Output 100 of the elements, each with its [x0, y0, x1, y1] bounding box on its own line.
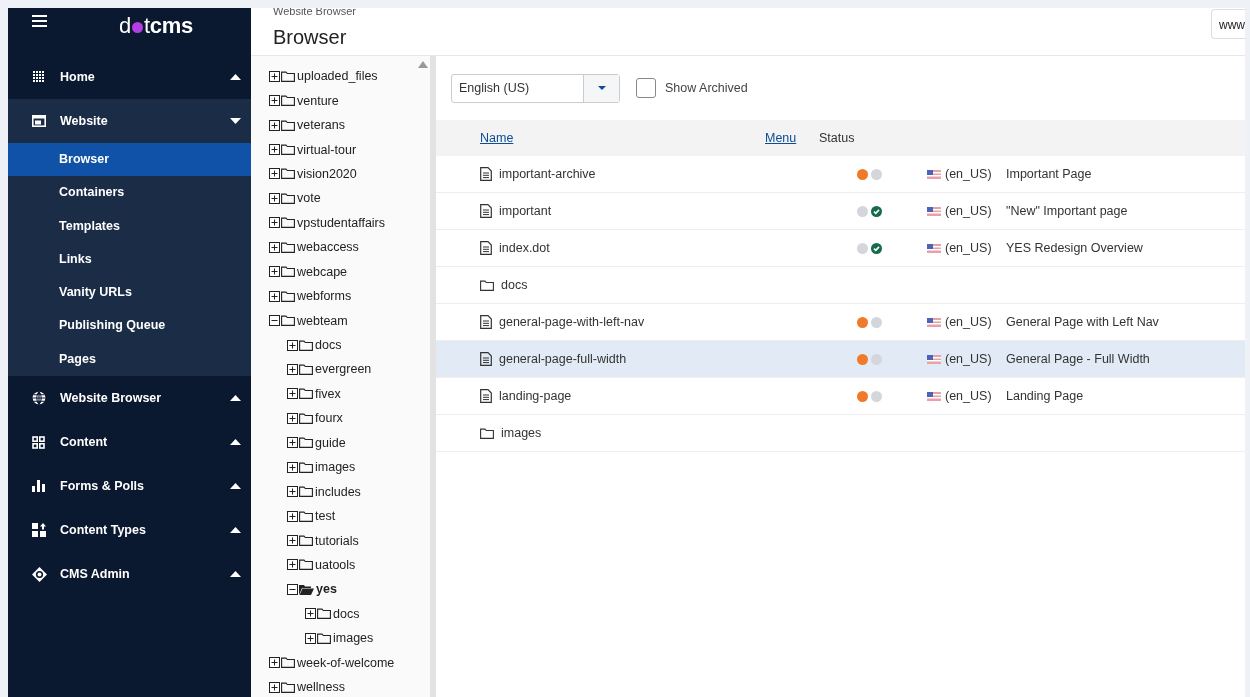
dot-icon [131, 22, 143, 33]
expand-icon[interactable] [287, 363, 298, 375]
nav-item[interactable]: Browser [8, 143, 251, 177]
nav-group[interactable]: Content Types [8, 508, 251, 553]
expand-icon[interactable] [269, 192, 280, 204]
folder-name[interactable]: fivex [315, 386, 341, 401]
language-dropdown[interactable]: English (US) [451, 73, 620, 103]
folder-name[interactable]: includes [315, 484, 361, 499]
table-row[interactable]: important (en_US) "New" Important page [436, 193, 1245, 230]
expand-icon[interactable] [269, 241, 280, 253]
expand-icon[interactable] [269, 95, 280, 107]
language-code: (en_US) [945, 204, 992, 218]
nav-item[interactable]: Templates [8, 209, 251, 243]
folder-name[interactable]: veterans [297, 118, 345, 133]
flag-icon [927, 206, 941, 216]
folder-name[interactable]: evergreen [315, 362, 372, 377]
folder-name[interactable]: vision2020 [297, 166, 357, 181]
menu-icon[interactable] [32, 15, 47, 27]
folder-name[interactable]: venture [297, 93, 339, 108]
expand-icon[interactable] [269, 681, 280, 693]
folder-name[interactable]: virtual-tour [297, 142, 357, 157]
folder-name[interactable]: docs [333, 606, 360, 621]
expand-icon[interactable] [287, 437, 298, 449]
scrollbar[interactable] [430, 56, 436, 697]
expand-icon[interactable] [269, 266, 280, 278]
nav-item[interactable]: Publishing Queue [8, 309, 251, 343]
nav-item[interactable]: Vanity URLs [8, 276, 251, 310]
language-code: (en_US) [945, 389, 992, 403]
nav-group[interactable]: Forms & Polls [8, 464, 251, 509]
expand-icon[interactable] [287, 461, 298, 473]
site-field[interactable]: www [1211, 9, 1245, 39]
nav-group[interactable]: Home [8, 55, 251, 99]
expand-icon[interactable] [287, 559, 298, 571]
nav-label: Forms & Polls [60, 479, 146, 494]
diamond-gear-icon [32, 566, 47, 582]
collapse-icon[interactable] [287, 583, 298, 595]
document-icon [480, 241, 492, 255]
folder-name[interactable]: docs [315, 338, 342, 353]
expand-icon[interactable] [305, 632, 316, 644]
file-name: landing-page [499, 389, 572, 403]
table-row[interactable]: index.dot (en_US) YES Redesign Overview [436, 230, 1245, 267]
language-code: (en_US) [945, 315, 992, 329]
nav-label: Home [60, 70, 96, 84]
nav-group[interactable]: Website Browser [8, 376, 251, 421]
folder-name[interactable]: fourx [315, 411, 343, 426]
page-title: General Page with Left Nav [1006, 315, 1159, 329]
expand-icon[interactable] [287, 486, 298, 498]
page-title: YES Redesign Overview [1006, 241, 1143, 255]
expand-icon[interactable] [287, 388, 298, 400]
collapse-icon[interactable] [269, 315, 280, 327]
nav-group[interactable]: Content [8, 420, 251, 465]
scroll-up-icon[interactable] [418, 61, 428, 68]
expand-icon[interactable] [287, 339, 298, 351]
bar-chart-icon [32, 480, 45, 493]
folder-name[interactable]: images [315, 460, 356, 475]
nav-group[interactable]: Website [8, 99, 251, 143]
folder-name[interactable]: vpstudentaffairs [297, 215, 386, 230]
table-row[interactable]: landing-page (en_US) Landing Page [436, 378, 1245, 415]
folder-name[interactable]: yes [316, 582, 337, 597]
expand-icon[interactable] [287, 510, 298, 522]
table-row[interactable]: images [436, 415, 1245, 452]
column-header-link[interactable]: Menu [765, 131, 797, 145]
expand-icon[interactable] [269, 119, 280, 131]
table-row[interactable]: general-page-full-width (en_US) General Page - Full Width [436, 341, 1245, 378]
page-title: General Page - Full Width [1006, 352, 1150, 366]
expand-icon[interactable] [305, 608, 316, 620]
folder-name[interactable]: webforms [297, 289, 352, 304]
folder-name[interactable]: webcape [297, 264, 348, 279]
table-row[interactable]: docs [436, 267, 1245, 304]
folder-name[interactable]: guide [315, 435, 346, 450]
folder-name[interactable]: webteam [297, 313, 348, 328]
expand-icon[interactable] [287, 535, 298, 547]
folder-name[interactable]: vote [297, 191, 321, 206]
expand-icon[interactable] [287, 412, 298, 424]
file-name: docs [501, 278, 528, 292]
folder-name[interactable]: uploaded_files [297, 69, 378, 84]
checkbox[interactable] [636, 78, 656, 98]
nav-label: Content Types [60, 523, 147, 538]
checkbox-label: Show Archived [665, 81, 748, 95]
table-row[interactable]: important-archive (en_US) Important Page [436, 156, 1245, 193]
expand-icon[interactable] [269, 217, 280, 229]
expand-icon[interactable] [269, 290, 280, 302]
expand-icon[interactable] [269, 657, 280, 669]
expand-icon[interactable] [269, 144, 280, 156]
folder-name[interactable]: test [315, 509, 336, 524]
expand-icon[interactable] [269, 168, 280, 180]
expand-icon[interactable] [269, 70, 280, 82]
folder-name[interactable]: tutorials [315, 533, 359, 548]
folder-name[interactable]: wellness [297, 680, 345, 695]
nav-item[interactable]: Links [8, 242, 251, 277]
folder-name[interactable]: uatools [315, 557, 356, 572]
folder-name[interactable]: webaccess [297, 240, 359, 255]
nav-group[interactable]: CMS Admin [8, 552, 251, 597]
flag-icon [927, 243, 941, 253]
document-icon [480, 204, 492, 218]
nav-item[interactable]: Containers [8, 176, 251, 210]
nav-item[interactable]: Pages [8, 342, 251, 377]
folder-name[interactable]: week-of-welcome [297, 655, 395, 670]
folder-name[interactable]: images [333, 631, 374, 646]
column-header-link[interactable]: Name [480, 131, 514, 145]
